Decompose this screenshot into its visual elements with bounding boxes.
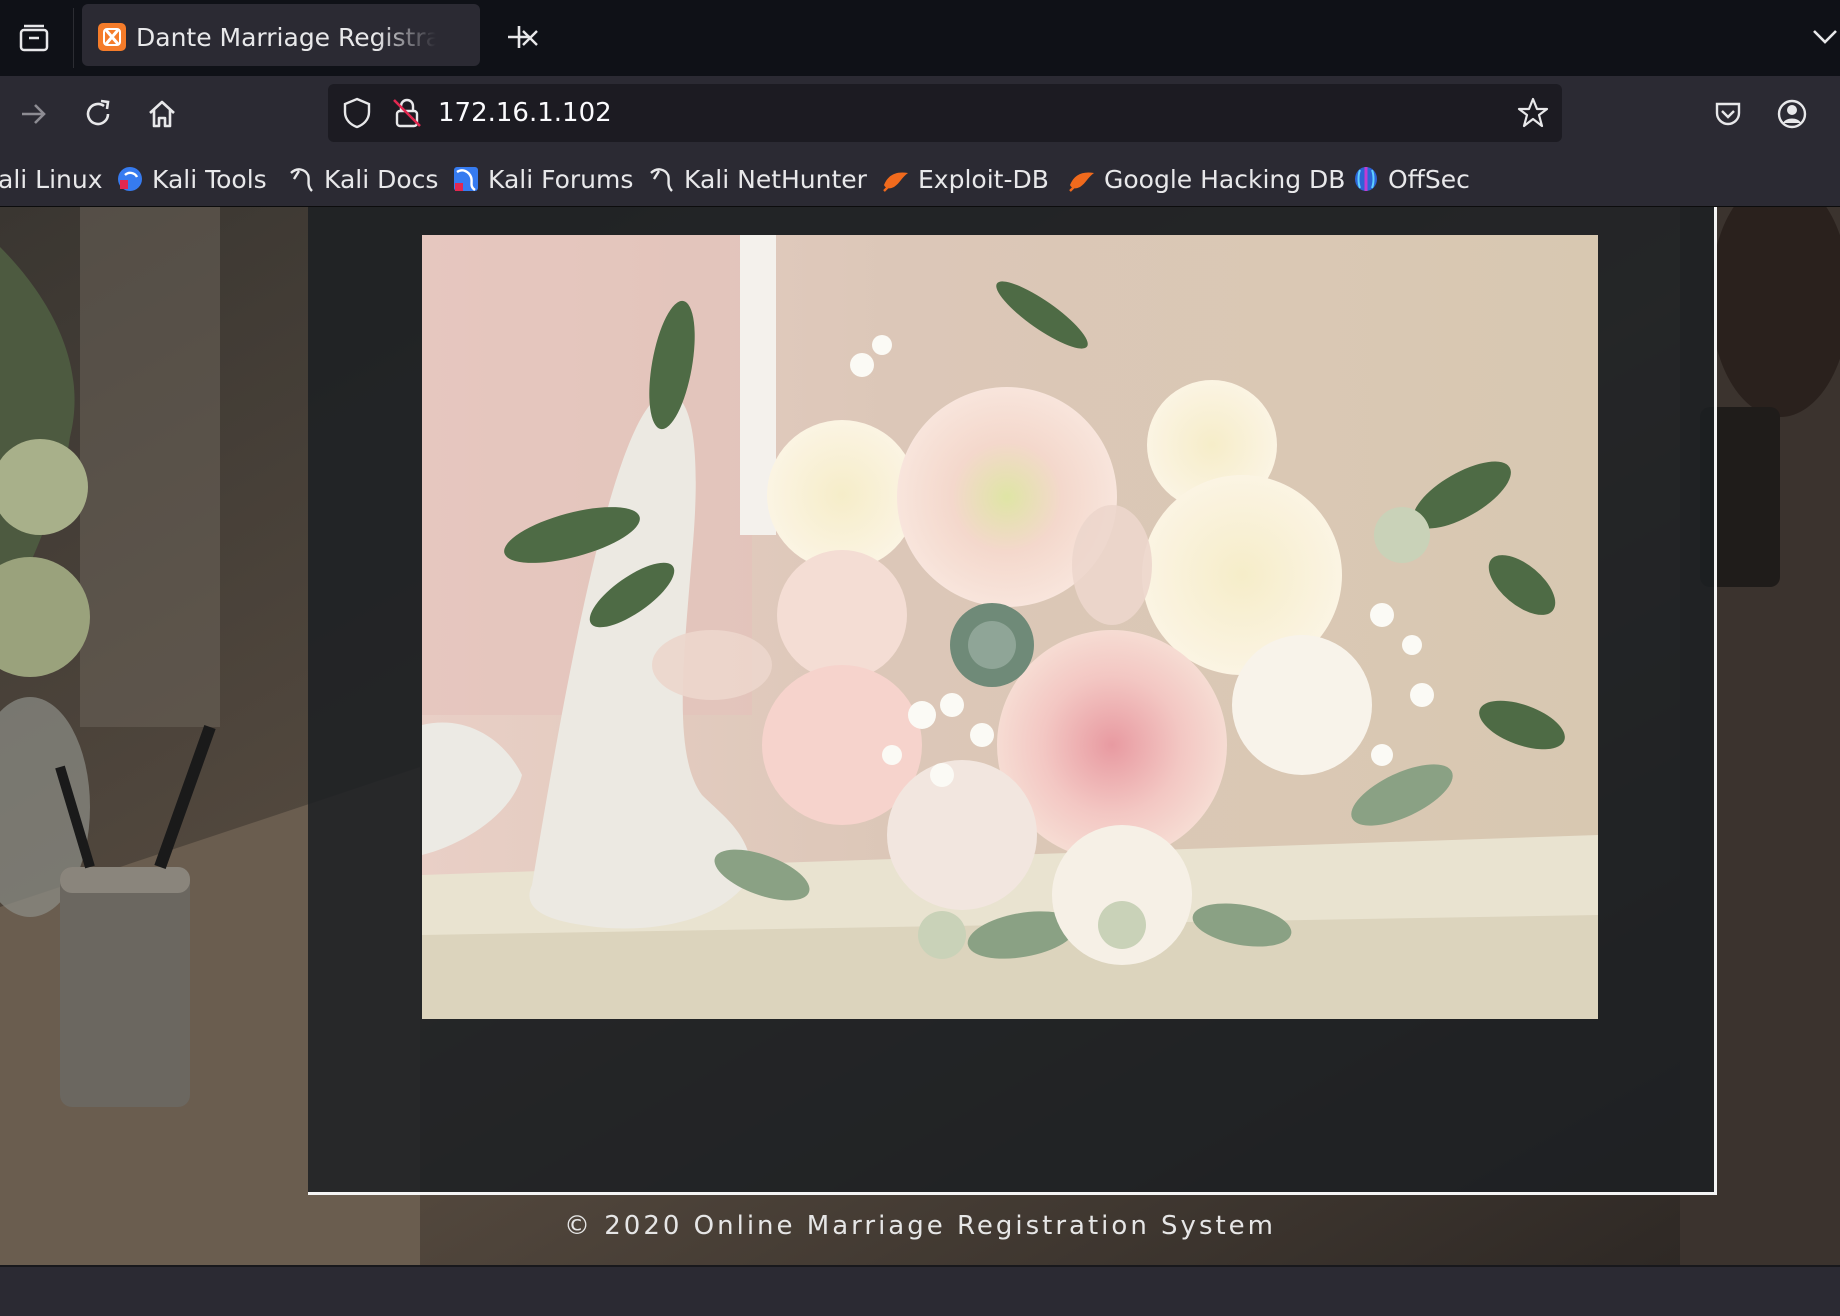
- offsec-icon: [1352, 165, 1380, 193]
- kali-dragon-icon: [648, 165, 676, 193]
- bookmark-google-hacking-db[interactable]: Google Hacking DB: [1068, 160, 1345, 198]
- tab-active[interactable]: Dante Marriage Registration: [82, 4, 538, 66]
- forward-icon[interactable]: [14, 94, 54, 134]
- tab-strip: Dante Marriage Registration: [0, 0, 1840, 76]
- bookmark-star-icon[interactable]: [1516, 96, 1550, 130]
- exploit-db-icon: [1068, 165, 1096, 193]
- insecure-lock-icon[interactable]: [390, 96, 424, 130]
- reload-icon[interactable]: [78, 94, 118, 134]
- tab-title: Dante Marriage Registration: [136, 23, 436, 52]
- chevron-down-icon[interactable]: [1810, 24, 1840, 48]
- list-all-tabs-icon[interactable]: [14, 18, 54, 58]
- bookmark-kali-tools[interactable]: Kali Tools: [116, 160, 267, 198]
- bookmark-label: Kali Forums: [488, 164, 634, 194]
- page-content: © 2020 Online Marriage Registration Syst…: [0, 207, 1840, 1265]
- new-tab-icon[interactable]: [502, 20, 536, 54]
- kali-dragon-icon: [288, 165, 316, 193]
- home-icon[interactable]: [142, 94, 182, 134]
- bookmark-offsec[interactable]: OffSec: [1352, 160, 1470, 198]
- tab-divider: [73, 8, 74, 68]
- status-bar: [0, 1265, 1840, 1316]
- kali-forums-icon: [452, 165, 480, 193]
- bookmark-kali-linux[interactable]: ali Linux: [0, 160, 103, 198]
- bookmark-label: Kali Docs: [324, 164, 439, 194]
- kali-tools-icon: [116, 165, 144, 193]
- bookmark-label: Google Hacking DB: [1104, 164, 1346, 194]
- tracking-protection-shield-icon[interactable]: [340, 96, 374, 130]
- bookmark-label: ali Linux: [0, 164, 103, 194]
- account-icon[interactable]: [1772, 94, 1812, 134]
- wedding-bouquet-image: [422, 235, 1598, 1019]
- url-text[interactable]: 172.16.1.102: [438, 96, 612, 130]
- xampp-icon: [98, 23, 126, 51]
- bookmark-label: OffSec: [1388, 164, 1470, 194]
- bookmark-kali-nethunter[interactable]: Kali NetHunter: [648, 160, 867, 198]
- pocket-icon[interactable]: [1708, 94, 1748, 134]
- bookmark-kali-docs[interactable]: Kali Docs: [288, 160, 438, 198]
- bookmarks-toolbar: ali Linux Kali Tools Kali Docs Kali Foru…: [0, 152, 1840, 207]
- footer-copyright: © 2020 Online Marriage Registration Syst…: [563, 1211, 1277, 1241]
- exploit-db-icon: [882, 165, 910, 193]
- bookmark-kali-forums[interactable]: Kali Forums: [452, 160, 633, 198]
- navigation-toolbar: 172.16.1.102: [0, 76, 1840, 152]
- bookmark-exploit-db[interactable]: Exploit-DB: [882, 160, 1049, 198]
- bookmark-label: Exploit-DB: [918, 164, 1049, 194]
- address-bar[interactable]: 172.16.1.102: [328, 84, 1562, 142]
- bookmark-label: Kali NetHunter: [684, 164, 867, 194]
- bookmark-label: Kali Tools: [152, 164, 267, 194]
